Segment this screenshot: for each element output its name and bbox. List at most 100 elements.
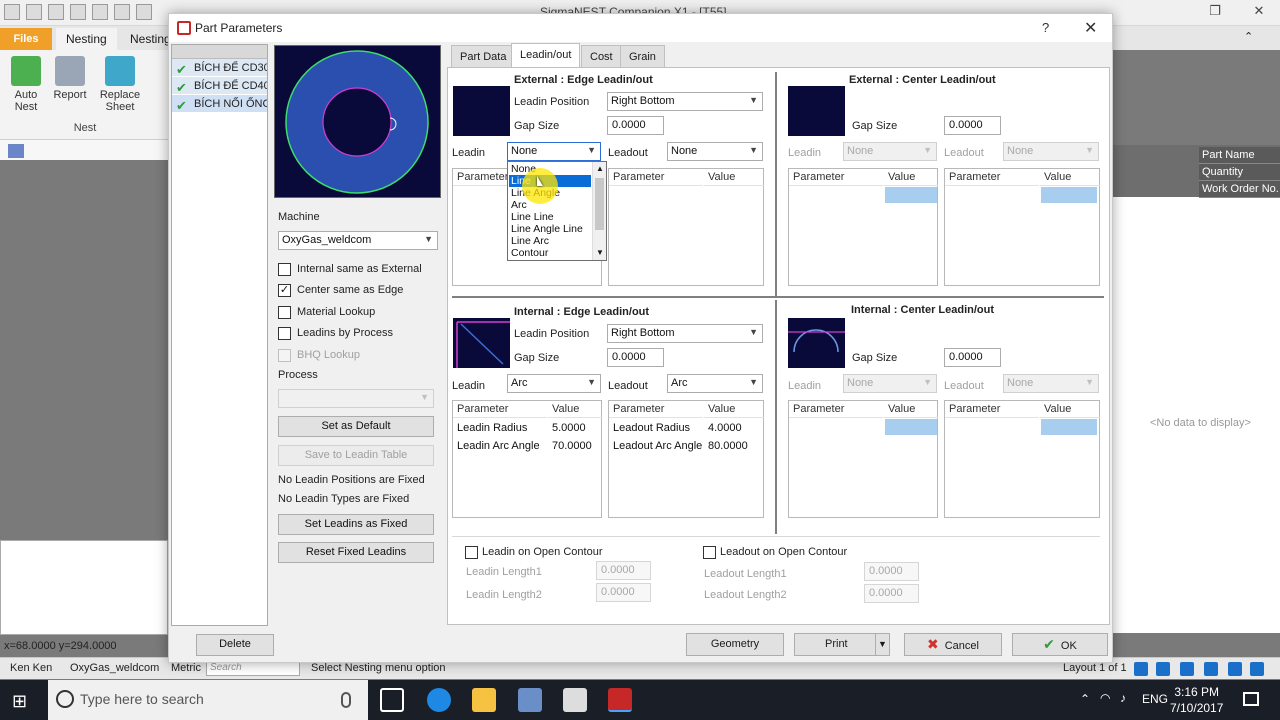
- selected-cell[interactable]: [885, 419, 937, 435]
- int-edge-leadout-select[interactable]: Arc ▼: [667, 374, 763, 393]
- column-part-name[interactable]: Part Name: [1199, 147, 1280, 164]
- dropdown-option[interactable]: Line Line: [509, 211, 591, 223]
- next-layout-icon[interactable]: [1180, 662, 1194, 676]
- app-icon[interactable]: [518, 688, 542, 712]
- selected-cell[interactable]: [885, 187, 937, 203]
- restore-icon[interactable]: ❐: [1200, 3, 1230, 23]
- tab-part-data[interactable]: Part Data: [451, 45, 516, 67]
- ribbon-collapse-icon[interactable]: ⌃: [1244, 30, 1253, 43]
- edge-icon[interactable]: [427, 688, 451, 712]
- left-bottom-panel: [0, 540, 168, 635]
- tab-nesting[interactable]: Nesting: [56, 28, 117, 50]
- dropdown-scrollbar[interactable]: ▲ ▼: [592, 162, 606, 260]
- scroll-down-icon[interactable]: ▼: [596, 248, 604, 257]
- leadins-by-process-checkbox[interactable]: [278, 327, 291, 340]
- scroll-thumb[interactable]: [595, 178, 604, 230]
- taskbar-search-input[interactable]: Type here to search: [48, 680, 368, 720]
- int-center-leadout-grid[interactable]: Parameter Value: [944, 400, 1100, 518]
- cancel-button[interactable]: ✖ Cancel: [904, 633, 1002, 656]
- leadin-type-dropdown[interactable]: None Line Line Angle Arc Line Line Line …: [507, 161, 607, 261]
- param-value[interactable]: 80.0000: [704, 438, 764, 455]
- ext-center-leadin-grid[interactable]: Parameter Value: [788, 168, 938, 286]
- int-edge-leadin-grid[interactable]: Parameter Value Leadin Radius 5.0000 Lea…: [452, 400, 602, 518]
- layout-icon[interactable]: [8, 144, 24, 158]
- notifications-icon[interactable]: [1243, 692, 1259, 706]
- network-icon[interactable]: ◠: [1100, 691, 1110, 705]
- column-quantity[interactable]: Quantity: [1199, 164, 1280, 181]
- param-value[interactable]: 5.0000: [548, 420, 602, 437]
- print-button[interactable]: Print ▼: [794, 633, 890, 656]
- ext-center-gap-input[interactable]: 0.0000: [944, 116, 1001, 135]
- tab-cost[interactable]: Cost: [581, 45, 622, 67]
- volume-icon[interactable]: ♪: [1120, 691, 1126, 705]
- ext-edge-position-select[interactable]: Right Bottom ▼: [607, 92, 763, 111]
- dropdown-option[interactable]: Line Arc: [509, 235, 591, 247]
- param-value[interactable]: 70.0000: [548, 438, 602, 455]
- reset-fixed-leadins-button[interactable]: Reset Fixed Leadins: [278, 542, 434, 563]
- dropdown-option[interactable]: Contour: [509, 247, 591, 259]
- delete-button[interactable]: Delete: [196, 634, 274, 656]
- ext-edge-leadout-select[interactable]: None ▼: [667, 142, 763, 161]
- selected-cell[interactable]: [1041, 419, 1097, 435]
- int-edge-gap-input[interactable]: 0.0000: [607, 348, 664, 367]
- print-dropdown-icon[interactable]: ▼: [875, 634, 889, 655]
- quick-access-icon[interactable]: [48, 4, 64, 20]
- material-lookup-checkbox[interactable]: [278, 306, 291, 319]
- list-item[interactable]: ✔ BÍCH NỐI ỐNG: [172, 95, 267, 113]
- ext-edge-leadout-grid[interactable]: Parameter Value: [608, 168, 764, 286]
- ok-button[interactable]: ✔ OK: [1012, 633, 1108, 656]
- task-view-icon[interactable]: [380, 688, 404, 712]
- file-explorer-icon[interactable]: [472, 688, 496, 712]
- dropdown-option[interactable]: Line Angle Line: [509, 223, 591, 235]
- column-work-order[interactable]: Work Order No.: [1199, 181, 1280, 198]
- tray-up-icon[interactable]: ⌃: [1080, 692, 1090, 706]
- last-layout-icon[interactable]: [1204, 662, 1218, 676]
- param-value[interactable]: 4.0000: [704, 420, 764, 437]
- replace-sheet-button[interactable]: Replace Sheet: [96, 56, 144, 113]
- ext-edge-leadin-select[interactable]: None ▼: [507, 142, 601, 161]
- first-layout-icon[interactable]: [1134, 662, 1148, 676]
- prev-layout-icon[interactable]: [1156, 662, 1170, 676]
- status-search-input[interactable]: Search: [206, 661, 300, 676]
- quick-access-icon[interactable]: [114, 4, 130, 20]
- microphone-icon[interactable]: [341, 692, 351, 708]
- center-same-checkbox[interactable]: ✓: [278, 284, 291, 297]
- quick-access-icon[interactable]: [136, 4, 152, 20]
- ext-center-leadout-grid[interactable]: Parameter Value: [944, 168, 1100, 286]
- int-center-leadin-grid[interactable]: Parameter Value: [788, 400, 938, 518]
- remove-layout-icon[interactable]: [1228, 662, 1242, 676]
- geometry-button[interactable]: Geometry: [686, 633, 784, 656]
- app-close-icon[interactable]: ✕: [1244, 3, 1274, 23]
- add-layout-icon[interactable]: [1250, 662, 1264, 676]
- internal-same-checkbox[interactable]: [278, 263, 291, 276]
- quick-access-icon[interactable]: [70, 4, 86, 20]
- sigmanest-taskbar-icon[interactable]: [608, 688, 632, 712]
- list-item[interactable]: ✔ BÍCH ĐỂ CD400: [172, 77, 267, 95]
- int-center-gap-input[interactable]: 0.0000: [944, 348, 1001, 367]
- tab-grain[interactable]: Grain: [620, 45, 665, 67]
- machine-select[interactable]: OxyGas_weldcom ▼: [278, 231, 438, 250]
- report-button[interactable]: Report: [46, 56, 94, 101]
- int-edge-leadin-select[interactable]: Arc ▼: [507, 374, 601, 393]
- quick-access-icon[interactable]: [26, 4, 42, 20]
- help-icon[interactable]: ?: [1042, 20, 1049, 35]
- int-edge-leadout-grid[interactable]: Parameter Value Leadout Radius 4.0000 Le…: [608, 400, 764, 518]
- set-as-default-button[interactable]: Set as Default: [278, 416, 434, 437]
- selected-cell[interactable]: [1041, 187, 1097, 203]
- set-leadins-fixed-button[interactable]: Set Leadins as Fixed: [278, 514, 434, 535]
- store-icon[interactable]: [563, 688, 587, 712]
- language-indicator[interactable]: ENG: [1142, 692, 1168, 706]
- scroll-up-icon[interactable]: ▲: [596, 164, 604, 173]
- dialog-close-icon[interactable]: ✕: [1084, 18, 1097, 38]
- auto-nest-button[interactable]: Auto Nest: [2, 56, 50, 113]
- int-edge-position-select[interactable]: Right Bottom ▼: [607, 324, 763, 343]
- leadin-open-contour-checkbox[interactable]: [465, 546, 478, 559]
- tab-files[interactable]: Files: [0, 28, 52, 50]
- quick-access-icon[interactable]: [92, 4, 108, 20]
- windows-start-icon[interactable]: ⊞: [12, 691, 27, 712]
- tab-leadin-out[interactable]: Leadin/out: [511, 43, 581, 67]
- ext-edge-gap-input[interactable]: 0.0000: [607, 116, 664, 135]
- clock[interactable]: 3:16 PM 7/10/2017: [1170, 684, 1223, 716]
- leadout-open-contour-checkbox[interactable]: [703, 546, 716, 559]
- list-item[interactable]: ✔ BÍCH ĐỂ CD300: [172, 59, 267, 77]
